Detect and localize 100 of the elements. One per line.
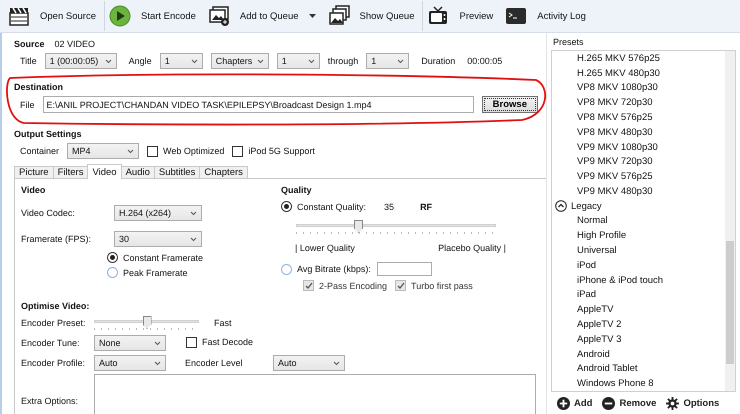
caret-icon [127, 148, 134, 154]
preset-item[interactable]: VP8 MKV 480p30 [552, 124, 725, 140]
plus-icon [557, 396, 570, 410]
preset-item[interactable]: AppleTV [552, 302, 725, 318]
checkbox-label: 2-Pass Encoding [319, 280, 388, 290]
codec-dropdown[interactable]: H.264 (x264) [114, 205, 202, 221]
tab[interactable]: Audio [120, 166, 155, 179]
unit-label: RF [420, 202, 432, 212]
quality-value: 35 [384, 202, 394, 212]
checkbox-label: iPod 5G Support [248, 146, 315, 156]
preset-item[interactable]: High Profile [552, 228, 725, 244]
preset-item[interactable]: H.265 MKV 480p30 [552, 66, 725, 81]
section-label: Destination [14, 82, 64, 92]
quality-slider[interactable] [296, 220, 496, 234]
tab[interactable]: Picture [14, 166, 54, 179]
field-label: Extra Options: [21, 396, 80, 406]
browse-button[interactable]: Browse [482, 96, 538, 113]
radio-button[interactable] [281, 201, 292, 212]
radio-label: Constant Framerate [123, 252, 204, 262]
radio-label: Constant Quality: [297, 202, 366, 212]
tab[interactable]: Chapters [199, 166, 248, 179]
radio-label: Avg Bitrate (kbps): [297, 264, 371, 274]
preset-item[interactable]: VP9 MKV 576p25 [552, 169, 725, 184]
extra-options-field[interactable] [94, 374, 536, 414]
caret-icon [397, 58, 404, 64]
slider-thumb[interactable] [142, 316, 152, 329]
minus-icon [602, 396, 616, 410]
preset-item[interactable]: Android [552, 346, 725, 362]
field-label: Angle [128, 56, 152, 66]
preset-group[interactable]: Legacy [552, 198, 725, 214]
range-end-dropdown[interactable]: 1 [366, 53, 410, 69]
scale-label: Placebo Quality | [438, 243, 506, 253]
bitrate-field[interactable] [376, 262, 432, 276]
preset-item[interactable]: AppleTV 3 [552, 332, 725, 347]
file-path-field[interactable]: E:\ANIL PROJECT\CHANDAN VIDEO TASK\EPILEPSY\Broadcast Design 1.mp4 [42, 96, 474, 113]
framerate-dropdown[interactable]: 30 [114, 231, 202, 247]
source-name: 02 VIDEO [54, 39, 96, 49]
radio-button[interactable] [281, 264, 292, 274]
radio-button[interactable] [107, 252, 118, 263]
caret-icon [190, 58, 198, 64]
scrollbar[interactable] [725, 51, 735, 391]
preset-item[interactable]: VP9 MKV 720p30 [552, 154, 725, 170]
radio-label: Peak Framerate [123, 268, 188, 278]
toolbar-button[interactable]: Start Encode [104, 1, 204, 31]
tab[interactable]: Filters [52, 166, 88, 179]
checkbox[interactable] [147, 146, 158, 156]
preset-item[interactable]: iPhone & iPod touch [552, 272, 725, 288]
preset-item[interactable]: iPod [552, 258, 725, 273]
preset-item[interactable]: VP9 MKV 1080p30 [552, 140, 725, 154]
tab[interactable]: Video [87, 164, 122, 179]
toolbar-button[interactable]: Preview [423, 1, 502, 31]
checkbox-label: Fast Decode [202, 337, 254, 347]
preset-action-button[interactable]: Add [557, 396, 592, 410]
toolbar-button[interactable]: Show Queue [324, 1, 424, 31]
preset-item[interactable]: Android Tablet [552, 361, 725, 376]
section-label: Source [14, 39, 45, 49]
preset-item[interactable]: VP8 MKV 720p30 [552, 95, 725, 110]
preset-action-button[interactable]: Options [666, 396, 720, 410]
checkbox[interactable] [232, 146, 244, 156]
level-dropdown[interactable]: Auto [273, 355, 345, 371]
slider-thumb[interactable] [354, 220, 363, 233]
profile-dropdown[interactable]: Auto [94, 355, 166, 371]
section-label: Output Settings [14, 129, 82, 139]
toolbar-button[interactable]: Add to Queue [204, 1, 324, 31]
add-queue-icon [208, 5, 230, 27]
range-start-dropdown[interactable]: 1 [276, 53, 320, 69]
toolbar-button[interactable]: Open Source [4, 1, 105, 31]
container-dropdown[interactable]: MP4 [67, 143, 140, 159]
terminal-icon [505, 5, 528, 27]
preset-item[interactable]: iPad [552, 288, 725, 302]
range-mode-dropdown[interactable]: Chapters [210, 53, 269, 69]
caret-icon [190, 236, 197, 242]
toolbar-button[interactable]: Activity Log [501, 1, 594, 31]
caret-icon [154, 340, 161, 346]
tab[interactable]: Subtitles [154, 166, 200, 179]
caret-icon [256, 58, 264, 64]
clapperboard-icon [8, 5, 30, 27]
checkbox-label: Web Optimized [163, 146, 224, 156]
preset-slider[interactable] [94, 316, 199, 330]
checkbox[interactable] [186, 336, 197, 348]
preset-item[interactable]: Universal [552, 243, 725, 258]
preset-item[interactable]: AppleTV 2 [552, 317, 725, 332]
preset-item[interactable]: VP8 MKV 1080p30 [552, 80, 725, 96]
preset-item[interactable]: Normal [552, 214, 725, 228]
preset-item[interactable]: VP9 MKV 480p30 [552, 184, 725, 199]
preset-action-button[interactable]: Remove [602, 396, 656, 410]
title-dropdown[interactable]: 1 (00:00:05) [44, 53, 117, 69]
radio-button[interactable] [107, 267, 118, 278]
tune-dropdown[interactable]: None [94, 335, 166, 351]
collapse-icon [555, 200, 567, 212]
preset-item[interactable]: H.265 MKV 576p25 [552, 51, 725, 66]
caret-icon [190, 210, 197, 216]
field-label: Duration [421, 56, 456, 66]
preset-item[interactable]: VP8 MKV 576p25 [552, 110, 725, 125]
field-label: File [20, 100, 35, 110]
settings-icon [666, 396, 680, 410]
angle-dropdown[interactable]: 1 [160, 53, 203, 69]
preset-item[interactable]: Windows Phone 8 [552, 376, 725, 391]
duration-value: 00:00:05 [467, 56, 502, 66]
tv-icon [427, 5, 450, 27]
